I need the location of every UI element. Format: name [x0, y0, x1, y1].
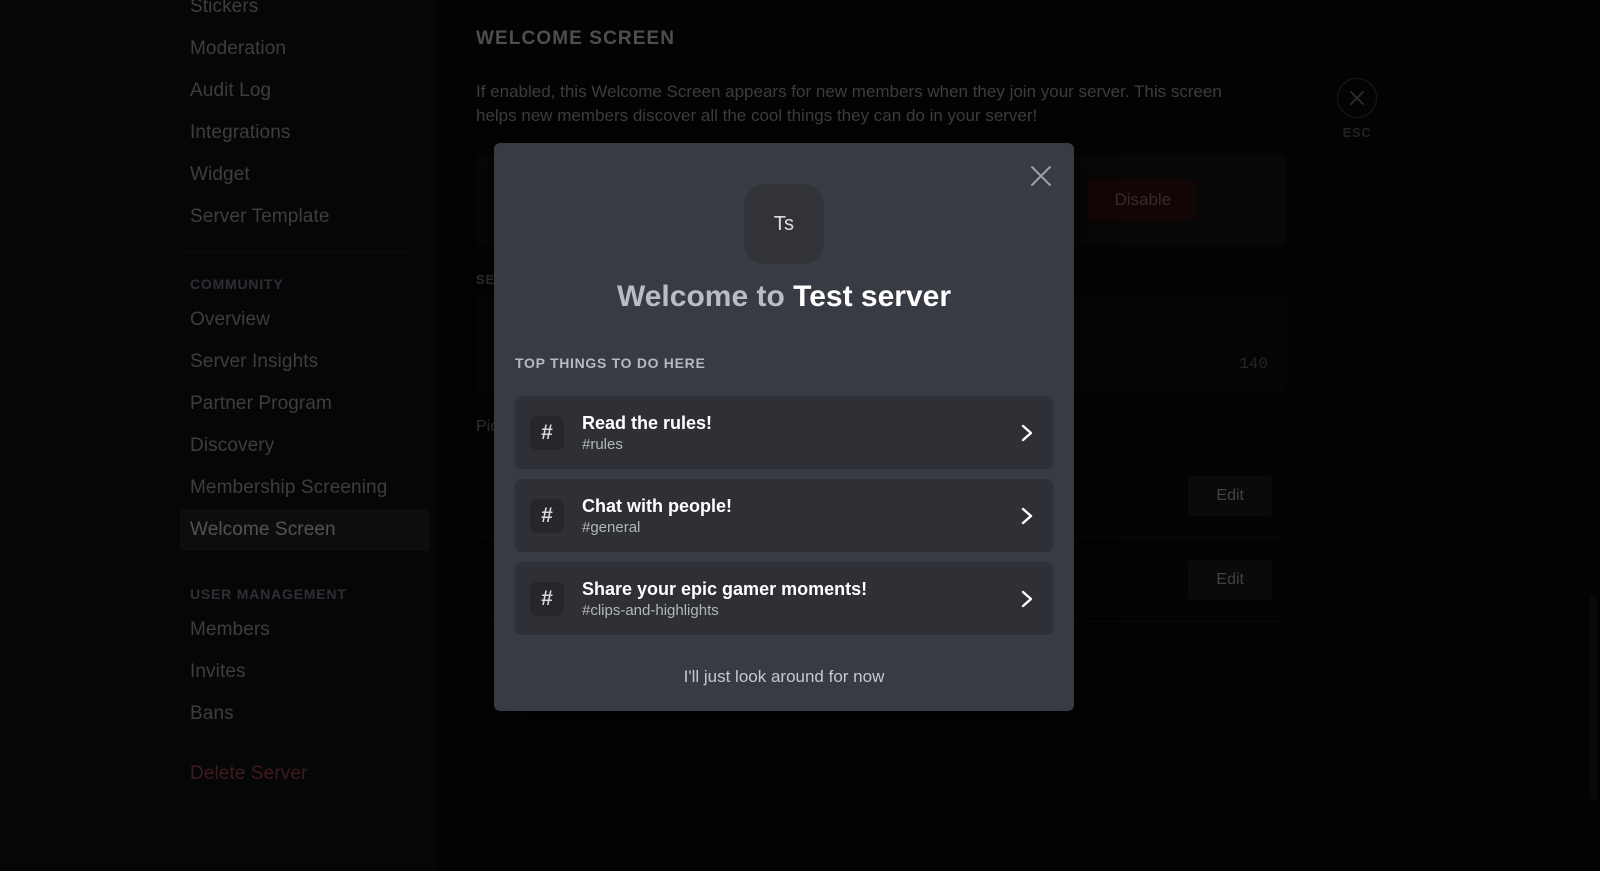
- sidebar-item-label: Overview: [190, 309, 270, 330]
- sidebar-item-label: Bans: [190, 703, 234, 724]
- modal-heading: Welcome to Test server: [494, 279, 1074, 315]
- sidebar-item-audit-log[interactable]: Audit Log: [180, 70, 430, 112]
- sidebar-item-partner-program[interactable]: Partner Program: [180, 383, 430, 425]
- edit-button[interactable]: Edit: [1188, 559, 1272, 600]
- sidebar-item-label: Delete Server: [190, 763, 308, 784]
- sidebar-item-label: Moderation: [190, 38, 287, 59]
- hash-icon: #: [530, 581, 564, 616]
- sidebar-item-discovery[interactable]: Discovery: [180, 425, 430, 467]
- page-description: If enabled, this Welcome Screen appears …: [476, 82, 1222, 126]
- character-counter: 140: [1239, 355, 1268, 374]
- heading-server-name: Test server: [793, 280, 952, 313]
- sidebar-item-bans[interactable]: Bans: [180, 693, 430, 735]
- card-channel-name: #general: [582, 519, 641, 537]
- card-texts: Share your epic gamer moments! #clips-an…: [582, 578, 1019, 620]
- chevron-right-icon: [1019, 587, 1035, 611]
- list-item[interactable]: # Chat with people! #general: [515, 479, 1053, 552]
- sidebar-item-label: Invites: [190, 661, 246, 682]
- sidebar-item-label: Partner Program: [190, 393, 332, 414]
- sidebar-item-overview[interactable]: Overview: [180, 299, 430, 341]
- sidebar-item-widget[interactable]: Widget: [180, 154, 430, 196]
- modal-section-label: TOP THINGS TO DO HERE: [515, 355, 706, 371]
- sidebar-item-integrations[interactable]: Integrations: [180, 112, 430, 154]
- card-channel-name: #rules: [582, 436, 623, 454]
- card-channel-name: #clips-and-highlights: [582, 602, 719, 620]
- card-texts: Read the rules! #rules: [582, 412, 1019, 454]
- list-item[interactable]: # Share your epic gamer moments! #clips-…: [515, 562, 1053, 635]
- disable-button[interactable]: Disable: [1088, 179, 1198, 222]
- card-title: Read the rules!: [582, 412, 713, 433]
- esc-label: ESC: [1342, 125, 1372, 140]
- sidebar-item-welcome-screen[interactable]: Welcome Screen: [180, 509, 430, 551]
- sidebar-item-label: Server Insights: [190, 351, 319, 372]
- chevron-right-icon: [1019, 504, 1035, 528]
- sidebar-scroll-area[interactable]: Stickers Moderation Audit Log Integratio…: [0, 0, 436, 795]
- modal-close-button[interactable]: [1026, 161, 1056, 191]
- hash-icon: #: [530, 415, 564, 450]
- server-avatar: Ts: [744, 184, 824, 264]
- sidebar-group-community: COMMUNITY: [190, 276, 284, 292]
- sidebar-group-user-management: USER MANAGEMENT: [190, 586, 347, 602]
- sidebar-item-members[interactable]: Members: [180, 609, 430, 651]
- sidebar-item-label: Integrations: [190, 122, 291, 143]
- card-texts: Chat with people! #general: [582, 495, 1019, 537]
- sidebar-item-label: Discovery: [190, 435, 275, 456]
- page-scrollbar[interactable]: [1590, 595, 1597, 800]
- esc-close-button[interactable]: ESC: [1334, 78, 1380, 140]
- settings-sidebar: Stickers Moderation Audit Log Integratio…: [0, 0, 436, 871]
- sidebar-item-label: Welcome Screen: [190, 519, 336, 540]
- close-icon: [1337, 78, 1377, 118]
- sidebar-item-label: Membership Screening: [190, 477, 388, 498]
- page-title: WELCOME SCREEN: [476, 28, 676, 49]
- sidebar-item-label: Audit Log: [190, 80, 272, 101]
- edit-button[interactable]: Edit: [1188, 475, 1272, 516]
- card-title: Chat with people!: [582, 495, 732, 516]
- sidebar-item-server-template[interactable]: Server Template: [180, 196, 430, 238]
- heading-prefix: Welcome to: [616, 280, 794, 313]
- sidebar-divider: [180, 252, 410, 253]
- sidebar-item-delete-server[interactable]: Delete Server: [180, 753, 430, 795]
- dismiss-link[interactable]: I'll just look around for now: [494, 667, 1074, 687]
- sidebar-item-label: Widget: [190, 164, 250, 185]
- sidebar-item-moderation[interactable]: Moderation: [180, 28, 430, 70]
- modal-channel-cards: # Read the rules! #rules # Chat with peo…: [515, 396, 1053, 635]
- sidebar-item-label: Stickers: [190, 0, 259, 17]
- card-title: Share your epic gamer moments!: [582, 578, 868, 599]
- app-root: Stickers Moderation Audit Log Integratio…: [0, 0, 1600, 871]
- chevron-right-icon: [1019, 421, 1035, 445]
- sidebar-item-label: Members: [190, 619, 270, 640]
- close-icon: [1031, 166, 1051, 186]
- avatar-initials: Ts: [773, 212, 795, 235]
- sidebar-item-stickers[interactable]: Stickers: [180, 0, 430, 28]
- sidebar-item-membership-screening[interactable]: Membership Screening: [180, 467, 430, 509]
- sidebar-item-label: Server Template: [190, 206, 330, 227]
- sidebar-item-invites[interactable]: Invites: [180, 651, 430, 693]
- sidebar-item-server-insights[interactable]: Server Insights: [180, 341, 430, 383]
- hash-icon: #: [530, 498, 564, 533]
- list-item[interactable]: # Read the rules! #rules: [515, 396, 1053, 469]
- welcome-screen-preview-modal: Ts Welcome to Test server TOP THINGS TO …: [494, 143, 1074, 711]
